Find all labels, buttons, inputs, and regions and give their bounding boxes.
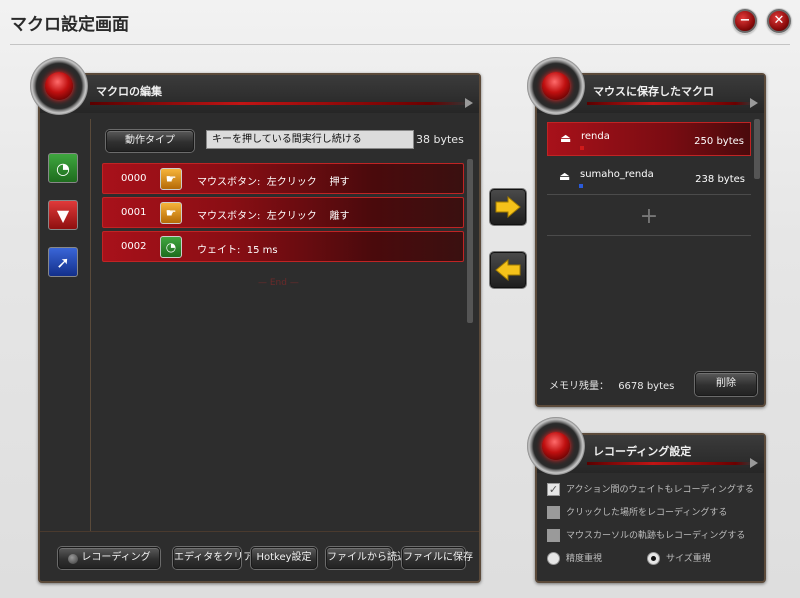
- macro-file-icon: ⏏: [560, 131, 572, 145]
- editor-header: マクロの編集: [40, 75, 479, 113]
- transfer-to-editor-button[interactable]: [490, 252, 526, 288]
- saved-macro-size: 238 bytes: [695, 174, 745, 185]
- macro-step-row[interactable]: 0001 ☛ マウスボタン: 左クリック 離す: [102, 197, 464, 228]
- checkbox-icon[interactable]: [547, 529, 560, 542]
- saved-macro-name: sumaho_renda: [580, 169, 654, 180]
- delete-button[interactable]: 削除: [695, 372, 757, 396]
- marker-red: [580, 146, 584, 150]
- marker-blue: [579, 184, 583, 188]
- saved-macro-item[interactable]: ⏏ renda 250 bytes: [547, 122, 751, 156]
- step-text: マウスボタン: 左クリック 押す: [197, 177, 350, 188]
- window-title: マクロ設定画面: [10, 15, 129, 35]
- radio-size[interactable]: サイズ重視: [647, 551, 711, 565]
- memory-label: メモリ残量：: [549, 381, 609, 392]
- load-file-button[interactable]: ファイルから読込: [326, 547, 407, 569]
- cursor-icon[interactable]: ➚: [48, 247, 78, 277]
- hotkey-settings-button[interactable]: Hotkey設定: [251, 547, 317, 569]
- wait-icon: ◔: [160, 236, 182, 258]
- title-divider: [10, 44, 790, 45]
- step-number: 0000: [121, 173, 147, 184]
- checkbox-icon[interactable]: [547, 506, 560, 519]
- record-indicator-icon: [68, 554, 78, 564]
- step-number: 0002: [121, 241, 147, 252]
- arrow-right-icon: [495, 196, 521, 218]
- action-palette: ◔ ▼ ➚: [48, 153, 78, 294]
- recording-orb-icon: [527, 417, 585, 475]
- end-marker: — End —: [258, 278, 299, 288]
- editor-orb-icon: [30, 57, 88, 115]
- option-label: マウスカーソルの軌跡もレコーディングする: [566, 531, 746, 541]
- clear-editor-button[interactable]: エディタをクリア: [173, 547, 253, 569]
- radio-label: 精度重視: [566, 554, 603, 564]
- save-file-button[interactable]: ファイルに保存: [402, 547, 473, 569]
- option-label: クリックした場所をレコーディングする: [566, 508, 728, 518]
- minimize-icon[interactable]: −: [733, 9, 757, 33]
- plus-icon[interactable]: +: [547, 202, 751, 236]
- arrow-left-icon: [495, 259, 521, 281]
- action-type-button[interactable]: 動作タイプ: [106, 130, 194, 152]
- saved-title: マウスに保存したマクロ: [593, 85, 714, 98]
- mouse-click-icon[interactable]: ▼: [48, 200, 78, 230]
- mouse-button-icon: ☛: [160, 168, 182, 190]
- editor-scrollbar[interactable]: [467, 159, 473, 323]
- step-text: ウェイト: 15 ms: [197, 245, 278, 256]
- macro-size: 38 bytes: [416, 133, 464, 146]
- saved-orb-icon: [527, 57, 585, 115]
- saved-macros-panel: マウスに保存したマクロ ⏏ renda 250 bytes ⏏ sumaho_r…: [535, 73, 766, 407]
- record-button[interactable]: レコーディング: [58, 547, 160, 569]
- transfer-to-mouse-button[interactable]: [490, 189, 526, 225]
- saved-macro-name: renda: [581, 131, 610, 142]
- step-text: マウスボタン: 左クリック 離す: [197, 211, 350, 222]
- saved-scrollbar[interactable]: [754, 119, 760, 179]
- wait-icon[interactable]: ◔: [48, 153, 78, 183]
- option-record-cursor-path[interactable]: マウスカーソルの軌跡もレコーディングする: [547, 528, 745, 542]
- macro-description-field[interactable]: キーを押している間実行し続ける: [206, 130, 414, 149]
- step-number: 0001: [121, 207, 147, 218]
- memory-value: 6678 bytes: [618, 381, 675, 392]
- editor-title: マクロの編集: [96, 85, 162, 98]
- macro-editor-panel: マクロの編集 ◔ ▼ ➚ 動作タイプ キーを押している間実行し続ける 38 by…: [38, 73, 481, 583]
- recording-title: レコーディング設定: [593, 445, 692, 458]
- macro-step-row[interactable]: 0000 ☛ マウスボタン: 左クリック 押す: [102, 163, 464, 194]
- radio-precision[interactable]: 精度重視: [547, 551, 602, 565]
- option-record-click-position[interactable]: クリックした場所をレコーディングする: [547, 505, 727, 519]
- radio-icon[interactable]: [547, 552, 560, 565]
- close-icon[interactable]: ✕: [767, 9, 791, 33]
- radio-selected-icon[interactable]: [647, 552, 660, 565]
- mouse-button-icon: ☛: [160, 202, 182, 224]
- saved-macro-item[interactable]: ⏏ sumaho_renda 238 bytes: [547, 161, 751, 195]
- option-record-wait[interactable]: ✓ アクション間のウェイトもレコーディングする: [547, 482, 754, 496]
- macro-file-icon: ⏏: [559, 169, 571, 183]
- saved-macro-size: 250 bytes: [694, 136, 744, 147]
- macro-step-row[interactable]: 0002 ◔ ウェイト: 15 ms: [102, 231, 464, 262]
- radio-label: サイズ重視: [666, 554, 711, 564]
- option-label: アクション間のウェイトもレコーディングする: [566, 485, 754, 495]
- checkbox-checked-icon[interactable]: ✓: [547, 483, 560, 496]
- memory-remaining: メモリ残量： 6678 bytes: [549, 377, 674, 392]
- record-button-label: レコーディング: [81, 552, 151, 563]
